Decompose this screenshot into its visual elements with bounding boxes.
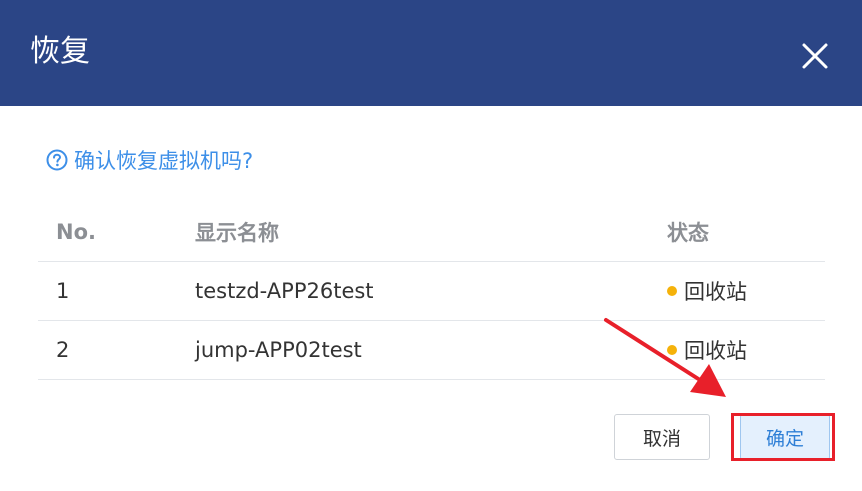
dialog-header: 恢复 — [0, 0, 862, 106]
row-status: 回收站 — [667, 262, 747, 320]
cancel-button[interactable]: 取消 — [614, 414, 710, 460]
row-no: 1 — [56, 279, 70, 303]
status-label: 回收站 — [684, 339, 747, 363]
question-circle-icon — [46, 149, 68, 171]
row-status: 回收站 — [667, 321, 747, 379]
annotation-highlight-box — [731, 413, 835, 461]
row-name: testzd-APP26test — [195, 279, 374, 303]
status-dot-icon — [667, 286, 677, 296]
row-no: 2 — [56, 338, 70, 362]
confirm-question: 确认恢复虚拟机吗? — [46, 145, 253, 175]
header-no: No. — [56, 219, 96, 244]
dialog-title: 恢复 — [30, 34, 90, 69]
header-status: 状态 — [667, 220, 709, 245]
question-text: 确认恢复虚拟机吗? — [74, 149, 254, 173]
table-row: 1 testzd-APP26test 回收站 — [38, 262, 825, 321]
row-name: jump-APP02test — [195, 338, 362, 362]
close-icon[interactable] — [795, 36, 835, 76]
status-dot-icon — [667, 345, 677, 355]
header-name: 显示名称 — [195, 220, 279, 245]
vm-table: No. 显示名称 状态 1 testzd-APP26test 回收站 2 jum… — [38, 202, 825, 380]
table-row: 2 jump-APP02test 回收站 — [38, 321, 825, 380]
status-label: 回收站 — [684, 280, 747, 304]
table-header-row: No. 显示名称 状态 — [38, 202, 825, 262]
